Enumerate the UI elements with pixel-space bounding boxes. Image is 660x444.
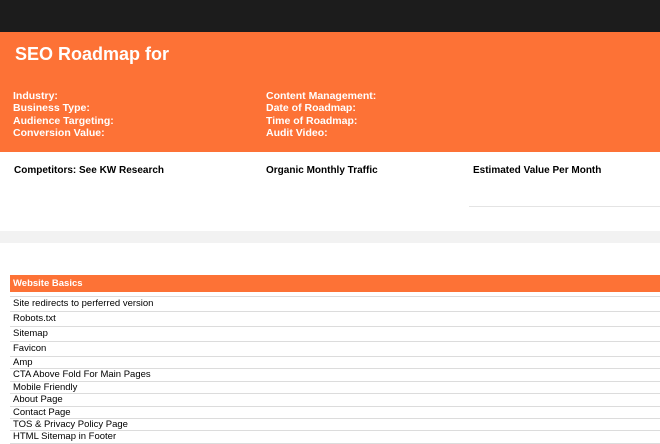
business-type-label: Business Type: (13, 102, 90, 115)
organic-traffic-label: Organic Monthly Traffic (266, 165, 378, 176)
table-row[interactable]: About Page (10, 394, 660, 407)
top-toolbar-bar (0, 0, 660, 32)
page-title: SEO Roadmap for (15, 44, 170, 64)
estimated-value-label: Estimated Value Per Month (473, 165, 602, 176)
competitors-label: Competitors: See KW Research (14, 165, 165, 176)
value-underline (469, 206, 660, 207)
table-row[interactable]: Contact Page (10, 407, 660, 419)
section-header: Website Basics (10, 275, 660, 292)
info-right-column: Content Management: Date of Roadmap: Tim… (266, 90, 376, 139)
date-of-roadmap-label: Date of Roadmap: (266, 102, 356, 115)
table-row[interactable]: Robots.txt (10, 312, 660, 327)
industry-label: Industry: (13, 90, 58, 102)
info-left-column: Industry: Business Type: Audience Target… (13, 90, 114, 139)
table-row[interactable]: Amp (10, 357, 660, 370)
content-management-label: Content Management: (266, 90, 377, 102)
table-row[interactable]: Favicon (10, 342, 660, 357)
table-row[interactable]: CTA Above Fold For Main Pages (10, 369, 660, 382)
section-divider-band (0, 231, 660, 243)
table-row[interactable]: TOS & Privacy Policy Page (10, 419, 660, 432)
audit-video-label: Audit Video: (266, 126, 328, 139)
table-row[interactable]: Mobile Friendly (10, 382, 660, 395)
table-row[interactable]: Site redirects to perferred version (10, 297, 660, 312)
table-row[interactable]: HTML Sitemap in Footer (10, 431, 660, 444)
website-basics-table: Website Basics Site redirects to perferr… (10, 275, 660, 444)
table-row[interactable]: Sitemap (10, 327, 660, 342)
conversion-value-label: Conversion Value: (13, 126, 105, 139)
audience-targeting-label: Audience Targeting: (13, 114, 114, 127)
time-of-roadmap-label: Time of Roadmap: (266, 114, 358, 127)
